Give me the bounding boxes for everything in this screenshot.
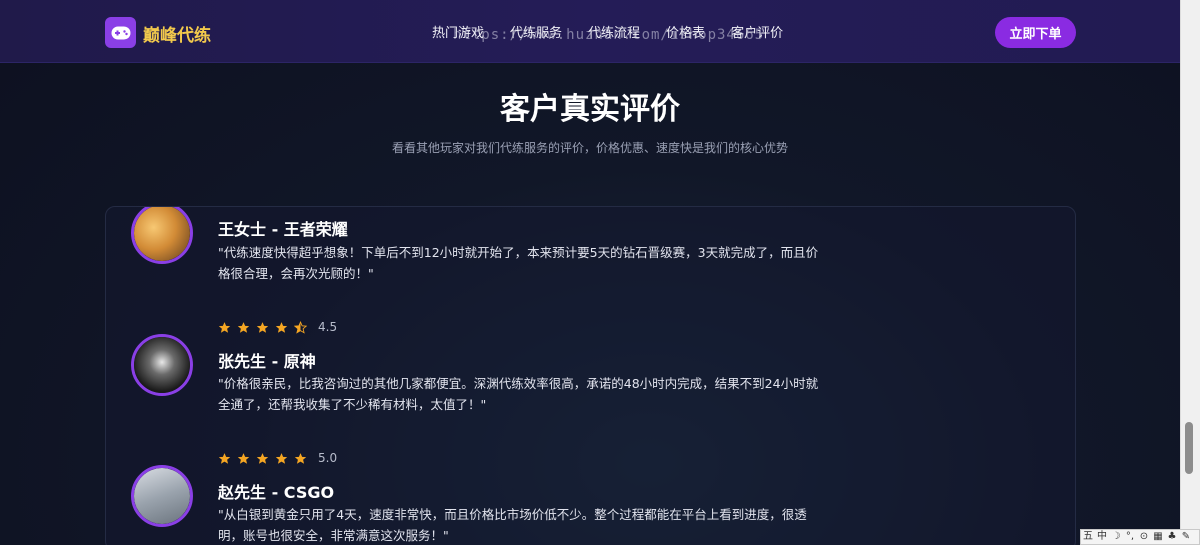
review-text: "价格很亲民，比我咨询过的其他几家都便宜。深渊代练效率很高，承诺的48小时内完成… [218,376,819,412]
star-icon [218,452,231,464]
nav-item-prices[interactable]: 价格表 [666,22,705,42]
moon-icon[interactable]: ☽ [1109,530,1123,544]
reviewer-name: 赵先生 - CSGO [218,483,335,502]
reviewer-name: 王女士 - 王者荣耀 [218,220,348,239]
avatar [131,207,193,264]
ime-language-toggle[interactable]: 中 [1095,530,1109,544]
main-nav: 热门游戏 代练服务 代练流程 价格表 客户评价 [432,22,809,42]
gamepad-logo-icon[interactable] [105,17,136,48]
star-icon [237,321,250,333]
tools-icon[interactable]: ✎ [1179,530,1193,544]
star-rating: 4.5 [218,320,337,334]
ime-toolbar[interactable]: 五 中 ☽ °, ⊙ ▦ ♣ ✎ [1080,529,1200,545]
top-navbar: 巅峰代练 热门游戏 代练服务 代练流程 价格表 客户评价 https://www… [0,0,1180,63]
half-star-icon [294,320,307,334]
review-text: "代练速度快得超乎想象！下单后不到12小时就开始了，本来预计要5天的钻石晋级赛，… [218,245,819,281]
order-now-button[interactable]: 立即下单 [995,17,1076,48]
keyboard-icon[interactable]: ▦ [1151,530,1165,544]
star-icon [256,321,269,333]
avatar [131,334,193,396]
rating-value: 5.0 [318,451,338,465]
page-scrollbar[interactable] [1180,0,1200,545]
star-icon [218,321,231,333]
ime-mode-icon[interactable]: 五 [1081,530,1095,544]
star-icon [294,452,307,464]
reviews-card[interactable]: 王女士 - 王者荣耀 "代练速度快得超乎想象！下单后不到12小时就开始了，本来预… [105,206,1076,545]
section-subtitle: 看看其他玩家对我们代练服务的评价，价格优惠、速度快是我们的核心优势 [391,141,788,155]
star-icon [237,452,250,464]
reviewer-name: 张先生 - 原神 [218,352,316,371]
star-icon [256,452,269,464]
rating-value: 4.5 [318,320,338,334]
brand-name[interactable]: 巅峰代练 [143,21,211,46]
section-title: 客户真实评价 [500,92,680,127]
nav-item-process[interactable]: 代练流程 [588,22,640,42]
nav-item-reviews[interactable]: 客户评价 [731,22,783,42]
skin-icon[interactable]: ♣ [1165,530,1179,544]
emoji-icon[interactable]: ⊙ [1137,530,1151,544]
nav-item-services[interactable]: 代练服务 [510,22,562,42]
review-text: "从白银到黄金只用了4天，速度非常快，而且价格比市场价低不少。整个过程都能在平台… [218,507,807,543]
star-icon [275,321,288,333]
star-icon [275,452,288,464]
punctuation-icon[interactable]: °, [1123,530,1137,544]
scrollbar-thumb[interactable] [1185,422,1193,474]
avatar [131,465,193,527]
star-rating: 5.0 [218,451,337,465]
nav-item-hot-games[interactable]: 热门游戏 [432,22,484,42]
